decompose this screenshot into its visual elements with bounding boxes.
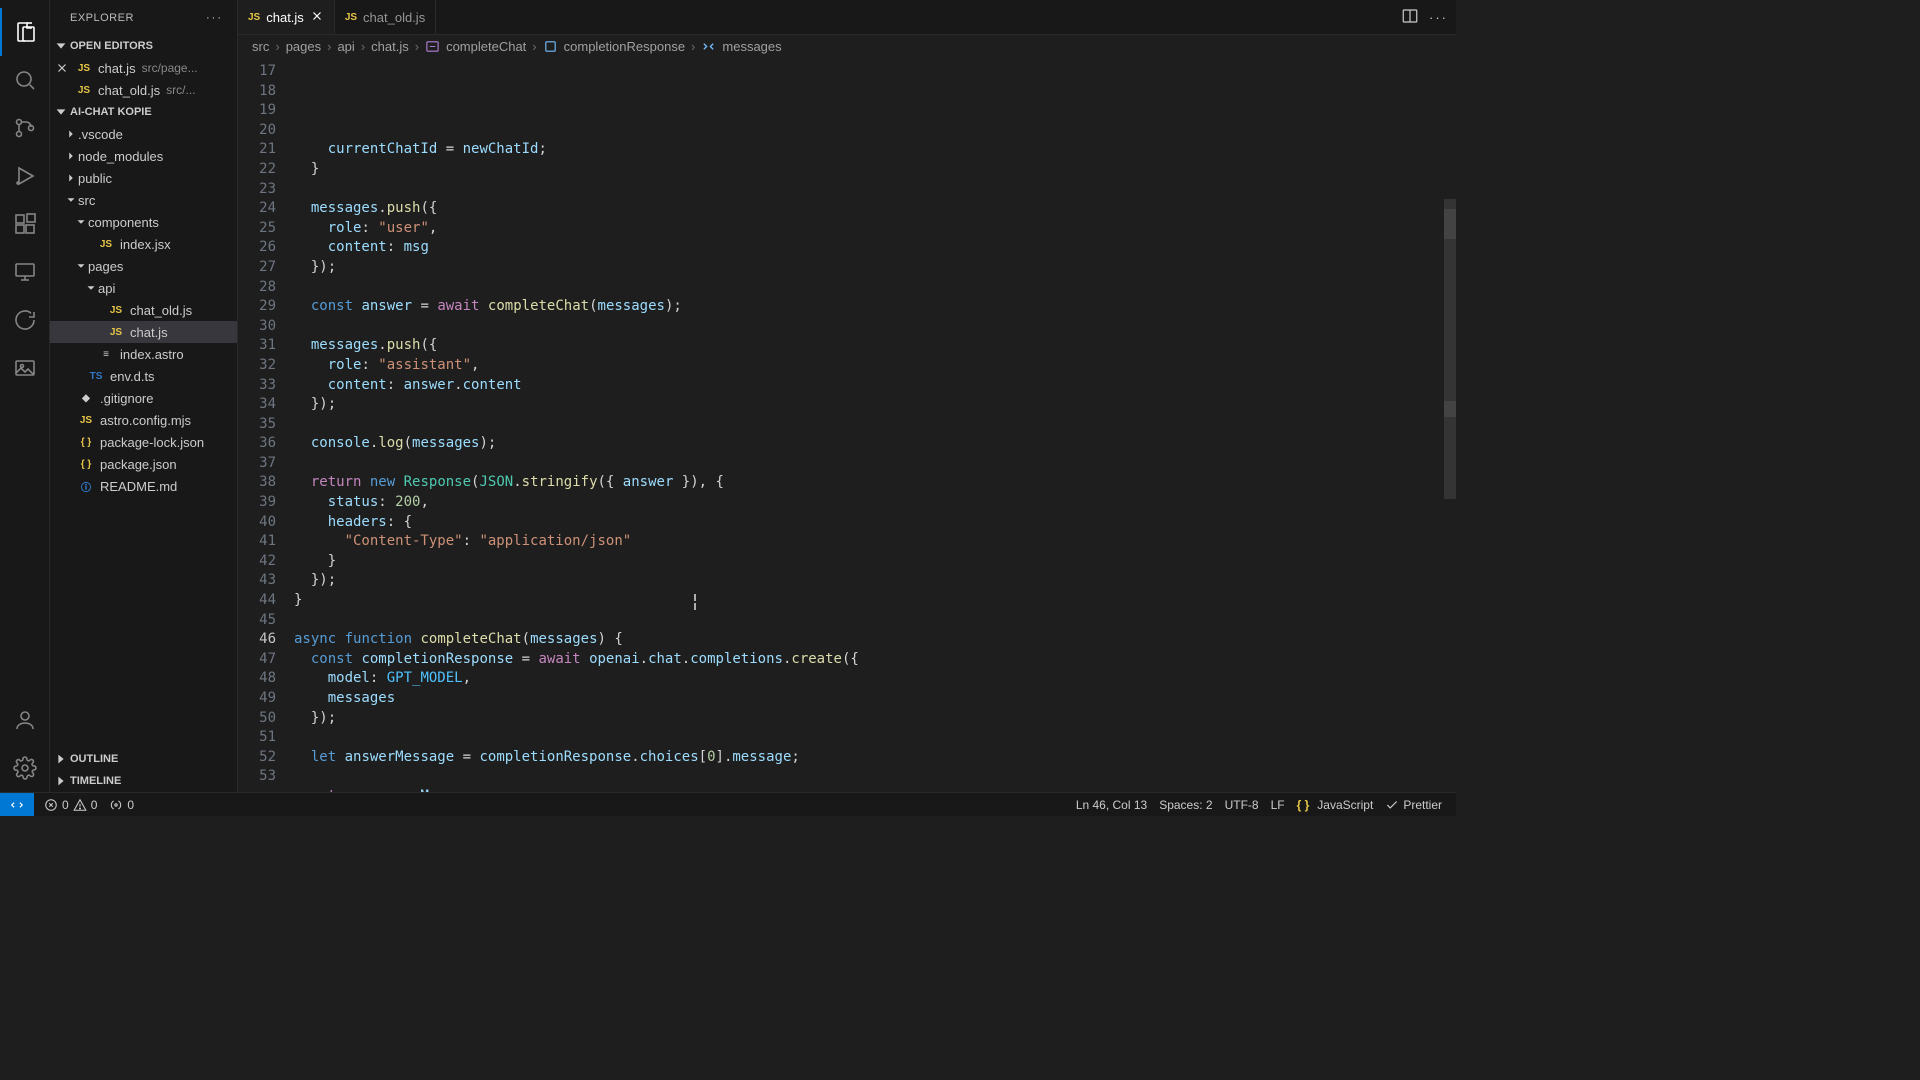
folder-item[interactable]: .vscode	[50, 123, 237, 145]
breadcrumb-item[interactable]: chat.js	[371, 39, 409, 54]
open-editors-section[interactable]: OPEN EDITORS	[50, 35, 237, 57]
js-file-icon: JS	[345, 12, 357, 23]
editor-tab[interactable]: JSchat_old.js	[335, 0, 436, 34]
file-item[interactable]: JSchat_old.js	[50, 299, 237, 321]
file-item[interactable]: ⓘREADME.md	[50, 475, 237, 497]
cursor-position[interactable]: Ln 46, Col 13	[1070, 793, 1153, 816]
breadcrumb-symbol-icon	[701, 39, 716, 54]
chevron-right-icon	[64, 127, 78, 141]
remote-explorer-icon[interactable]	[0, 248, 50, 296]
chevron-down-icon	[74, 259, 88, 273]
file-item[interactable]: JSchat.js	[50, 321, 237, 343]
more-icon[interactable]: ···	[206, 12, 223, 24]
settings-gear-icon[interactable]	[0, 744, 50, 792]
remote-indicator[interactable]	[0, 793, 34, 816]
outline-section[interactable]: OUTLINE	[50, 748, 237, 770]
breadcrumb-item[interactable]: completeChat	[446, 39, 526, 54]
ts-file-icon: TS	[88, 368, 104, 384]
file-item[interactable]: JSindex.jsx	[50, 233, 237, 255]
gitignore-icon: ◆	[78, 390, 94, 406]
close-modified-icon[interactable]	[54, 61, 70, 75]
source-control-icon[interactable]	[0, 104, 50, 152]
chevron-right-icon	[64, 171, 78, 185]
activity-bar	[0, 0, 50, 792]
open-editor-item[interactable]: JSchat_old.jssrc/...	[50, 79, 237, 101]
folder-item[interactable]: public	[50, 167, 237, 189]
folder-section[interactable]: AI-CHAT KOPIE	[50, 101, 237, 123]
encoding[interactable]: UTF-8	[1219, 793, 1265, 816]
extensions-icon[interactable]	[0, 200, 50, 248]
chevron-right-icon	[64, 149, 78, 163]
editor-tab[interactable]: JSchat.js	[238, 0, 335, 34]
js-file-icon: JS	[248, 12, 260, 23]
breadcrumb-item[interactable]: api	[337, 39, 354, 54]
tabs-row: JSchat.jsJSchat_old.js ···	[238, 0, 1456, 35]
run-debug-icon[interactable]	[0, 152, 50, 200]
chevron-down-icon	[74, 215, 88, 229]
js-file-icon: JS	[108, 324, 124, 340]
code-editor[interactable]: 1718192021222324252627282930313233343536…	[238, 59, 1456, 792]
file-item[interactable]: JSastro.config.mjs	[50, 409, 237, 431]
split-editor-icon[interactable]	[1401, 7, 1419, 28]
breadcrumb-symbol-icon	[543, 39, 558, 54]
js-file-icon: JS	[76, 82, 92, 98]
sidebar-title: EXPLORER	[70, 12, 134, 24]
breadcrumb-item[interactable]: messages	[722, 39, 781, 54]
breadcrumb-item[interactable]: completionResponse	[564, 39, 685, 54]
problems-indicator[interactable]: 0 0	[38, 793, 103, 816]
file-item[interactable]: ◆.gitignore	[50, 387, 237, 409]
folder-item[interactable]: api	[50, 277, 237, 299]
status-bar: 0 0 0 Ln 46, Col 13 Spaces: 2 UTF-8 LF {…	[0, 792, 1456, 816]
scrollbar-thumb[interactable]	[1444, 199, 1456, 499]
js-file-icon: JS	[108, 302, 124, 318]
breadcrumb-item[interactable]: src	[252, 39, 269, 54]
search-icon[interactable]	[0, 56, 50, 104]
open-editor-item[interactable]: JSchat.jssrc/page...	[50, 57, 237, 79]
refresh-icon[interactable]	[0, 296, 50, 344]
image-icon[interactable]	[0, 344, 50, 392]
chevron-down-icon	[64, 193, 78, 207]
file-item[interactable]: ≡index.astro	[50, 343, 237, 365]
eol[interactable]: LF	[1265, 793, 1291, 816]
minimap-slider[interactable]	[1444, 209, 1456, 239]
ports-indicator[interactable]: 0	[103, 793, 140, 816]
chevron-down-icon	[84, 281, 98, 295]
account-icon[interactable]	[0, 696, 50, 744]
indentation[interactable]: Spaces: 2	[1153, 793, 1218, 816]
folder-item[interactable]: src	[50, 189, 237, 211]
explorer-sidebar: EXPLORER ··· OPEN EDITORS JSchat.jssrc/p…	[50, 0, 238, 792]
editor-area: JSchat.jsJSchat_old.js ··· src›pages›api…	[238, 0, 1456, 792]
js-file-icon: JS	[76, 60, 92, 76]
breadcrumbs[interactable]: src›pages›api›chat.js›completeChat›compl…	[238, 35, 1456, 59]
close-tab-icon[interactable]	[310, 9, 324, 26]
file-item[interactable]: { }package-lock.json	[50, 431, 237, 453]
js-file-icon: JS	[98, 236, 114, 252]
prettier-status[interactable]: Prettier	[1379, 793, 1448, 816]
readme-icon: ⓘ	[78, 478, 94, 494]
explorer-icon[interactable]	[0, 8, 50, 56]
json-file-icon: { }	[78, 456, 94, 472]
breadcrumb-symbol-icon	[425, 39, 440, 54]
file-item[interactable]: TSenv.d.ts	[50, 365, 237, 387]
timeline-section[interactable]: TIMELINE	[50, 770, 237, 792]
folder-item[interactable]: pages	[50, 255, 237, 277]
astro-file-icon: ≡	[98, 346, 114, 362]
folder-item[interactable]: node_modules	[50, 145, 237, 167]
breadcrumb-item[interactable]: pages	[286, 39, 321, 54]
sidebar-header: EXPLORER ···	[50, 0, 237, 35]
minimap-marker	[1444, 401, 1456, 417]
json-file-icon: { }	[78, 434, 94, 450]
js-file-icon: JS	[78, 412, 94, 428]
file-item[interactable]: { }package.json	[50, 453, 237, 475]
language-mode[interactable]: { }JavaScript	[1291, 793, 1380, 816]
more-actions-icon[interactable]: ···	[1429, 10, 1448, 25]
folder-item[interactable]: components	[50, 211, 237, 233]
